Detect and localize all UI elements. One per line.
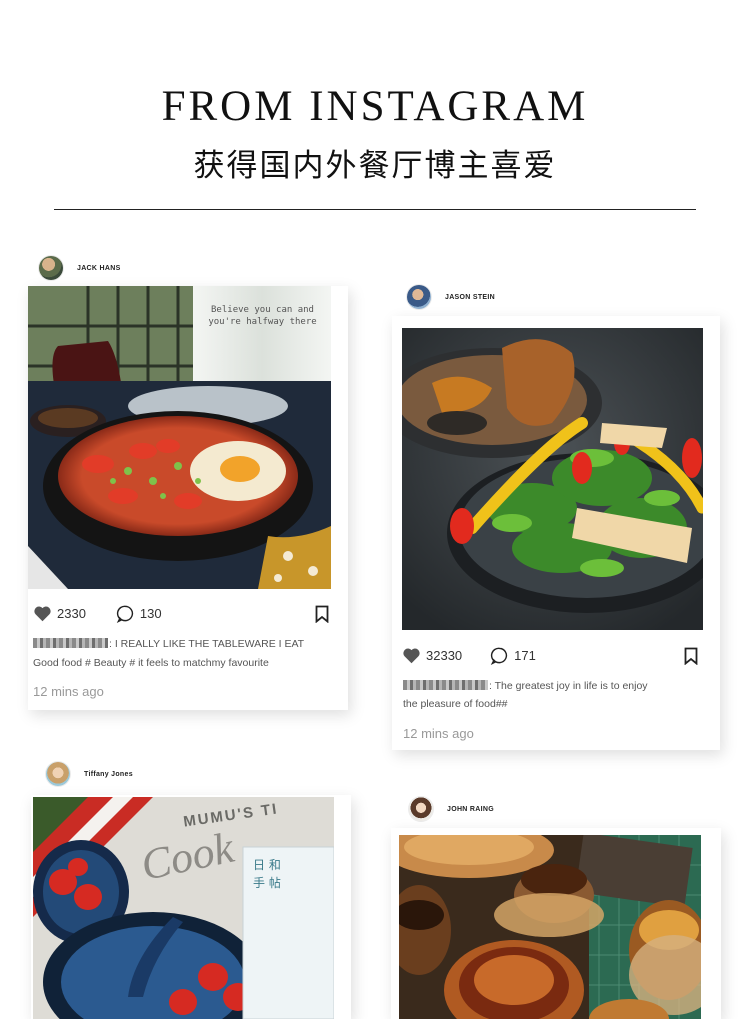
post-card: [391, 828, 721, 1019]
post-user[interactable]: JACK HANS: [39, 256, 121, 280]
comment-icon[interactable]: [116, 604, 135, 623]
like-count: 32330: [426, 648, 463, 663]
avatar[interactable]: [39, 256, 63, 280]
comment-count: 171: [514, 648, 536, 663]
username[interactable]: JOHN RAING: [447, 806, 494, 813]
page-subtitle: 获得国内外餐厅博主喜爱: [193, 148, 557, 184]
caption-line-1: : I REALLY LIKE THE TABLEWARE I EAT: [33, 638, 304, 650]
photo-quote: Believe you can and you're halfway there: [208, 305, 317, 327]
post-card: Believe you can and you're halfway there…: [28, 286, 348, 710]
post-user[interactable]: JOHN RAING: [409, 797, 494, 821]
post-user[interactable]: Tiffany Jones: [46, 762, 133, 786]
comment-stat[interactable]: 171: [490, 646, 536, 665]
post-card: 32330 171 : The greatest joy in life is …: [392, 316, 720, 750]
bookmark-icon[interactable]: [684, 647, 698, 665]
post-photo[interactable]: Cook 日 和 手 帖 MUMU'S TI: [33, 797, 334, 1019]
avatar[interactable]: [407, 285, 431, 309]
svg-text:日 和: 日 和: [253, 858, 281, 872]
blurred-username: [33, 638, 108, 648]
heart-icon[interactable]: [33, 605, 52, 622]
avatar[interactable]: [409, 797, 433, 821]
divider: [54, 209, 696, 210]
heart-icon[interactable]: [402, 647, 421, 664]
comment-stat[interactable]: 130: [116, 604, 162, 623]
post-photo[interactable]: [402, 328, 703, 630]
post-stats: 32330 171: [402, 646, 536, 665]
bookmark-icon[interactable]: [315, 605, 329, 623]
like-stat[interactable]: 2330: [33, 605, 86, 622]
caption-line-1: : The greatest joy in life is to enjoy: [403, 680, 648, 692]
caption-line-2: the pleasure of food##: [403, 698, 508, 710]
post-stats: 2330 130: [33, 604, 162, 623]
username[interactable]: JACK HANS: [77, 265, 121, 272]
username[interactable]: JASON STEIN: [445, 294, 495, 301]
username[interactable]: Tiffany Jones: [84, 771, 133, 778]
comment-icon[interactable]: [490, 646, 509, 665]
blurred-username: [403, 680, 488, 690]
page-title: FROM INSTAGRAM: [161, 83, 589, 130]
post-time: 12 mins ago: [403, 726, 474, 741]
svg-text:手 帖: 手 帖: [253, 875, 281, 890]
caption-line-2: Good food # Beauty # it feels to matchmy…: [33, 657, 269, 669]
post-time: 12 mins ago: [33, 684, 104, 699]
like-stat[interactable]: 32330: [402, 647, 462, 664]
like-count: 2330: [57, 606, 86, 621]
avatar[interactable]: [46, 762, 70, 786]
post-user[interactable]: JASON STEIN: [407, 285, 495, 309]
post-card: Cook 日 和 手 帖 MUMU'S TI: [31, 795, 351, 1019]
comment-count: 130: [139, 606, 162, 621]
post-photo[interactable]: [399, 835, 701, 1019]
post-photo[interactable]: Believe you can and you're halfway there: [28, 286, 331, 589]
